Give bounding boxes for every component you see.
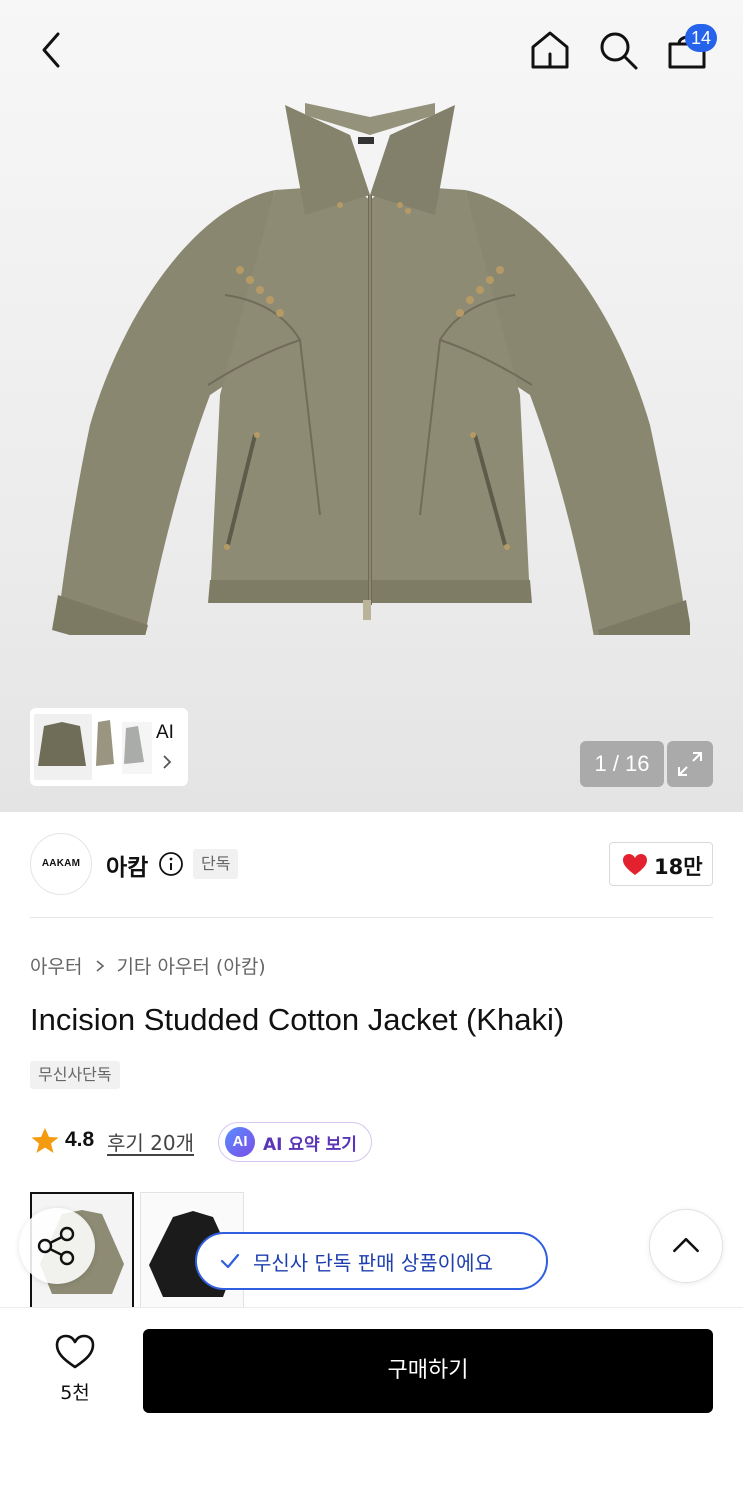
wishlist-button[interactable]: 5천	[50, 1330, 100, 1410]
image-page-counter: 1 / 16	[580, 741, 664, 787]
ai-thumbnail-strip[interactable]: AI	[30, 708, 188, 786]
breadcrumb-item-outer[interactable]: 아우터	[30, 952, 82, 979]
wishlist-count: 5천	[60, 1382, 90, 1404]
rating-value: 4.8	[65, 1128, 95, 1151]
ai-summary-label: AI 요약 보기	[263, 1134, 357, 1155]
home-icon[interactable]	[526, 26, 574, 74]
back-icon[interactable]	[30, 28, 74, 72]
ai-badge-icon: AI	[225, 1127, 255, 1157]
expand-icon[interactable]	[667, 741, 713, 787]
breadcrumb-item-other-outer[interactable]: 기타 아우터 (아캄)	[116, 952, 265, 979]
chevron-right-icon	[163, 755, 172, 769]
rating-row: 4.8 후기 20개 AI AI 요약 보기	[30, 1122, 530, 1162]
star-icon	[31, 1128, 59, 1153]
product-main-image	[52, 103, 690, 635]
brand-logo[interactable]: AAKAM	[30, 833, 92, 895]
chevron-right-icon	[96, 959, 105, 972]
info-icon[interactable]	[158, 851, 184, 877]
ai-label: AI	[156, 722, 174, 743]
check-icon	[220, 1253, 240, 1269]
search-icon[interactable]	[594, 26, 642, 74]
exclusive-toast: 무신사 단독 판매 상품이에요	[195, 1232, 548, 1290]
product-title: Incision Studded Cotton Jacket (Khaki)	[30, 1002, 565, 1037]
top-bar: 14	[0, 0, 743, 100]
chevron-up-icon[interactable]	[649, 1209, 723, 1283]
musinsa-exclusive-badge: 무신사단독	[30, 1061, 120, 1089]
brand-like-count: 18만	[654, 855, 703, 879]
divider	[30, 917, 713, 918]
share-icon[interactable]	[19, 1208, 95, 1284]
heart-outline-icon	[55, 1334, 95, 1369]
brand-like-button[interactable]: 18만	[609, 842, 713, 886]
reviews-link[interactable]: 후기 20개	[107, 1127, 194, 1156]
heart-icon	[623, 854, 647, 875]
buy-button[interactable]: 구매하기	[143, 1329, 713, 1413]
product-image-gallery[interactable]: 14 AI 1 / 16	[0, 0, 743, 812]
ai-summary-button[interactable]: AI AI 요약 보기	[218, 1122, 372, 1162]
thumbnail-images	[34, 714, 152, 780]
brand-name[interactable]: 아캄	[106, 848, 148, 882]
exclusive-badge: 단독	[193, 849, 239, 879]
cart-count-badge: 14	[685, 24, 718, 52]
toast-message: 무신사 단독 판매 상품이에요	[253, 1250, 493, 1275]
breadcrumb: 아우터 기타 아우터 (아캄)	[30, 952, 266, 979]
